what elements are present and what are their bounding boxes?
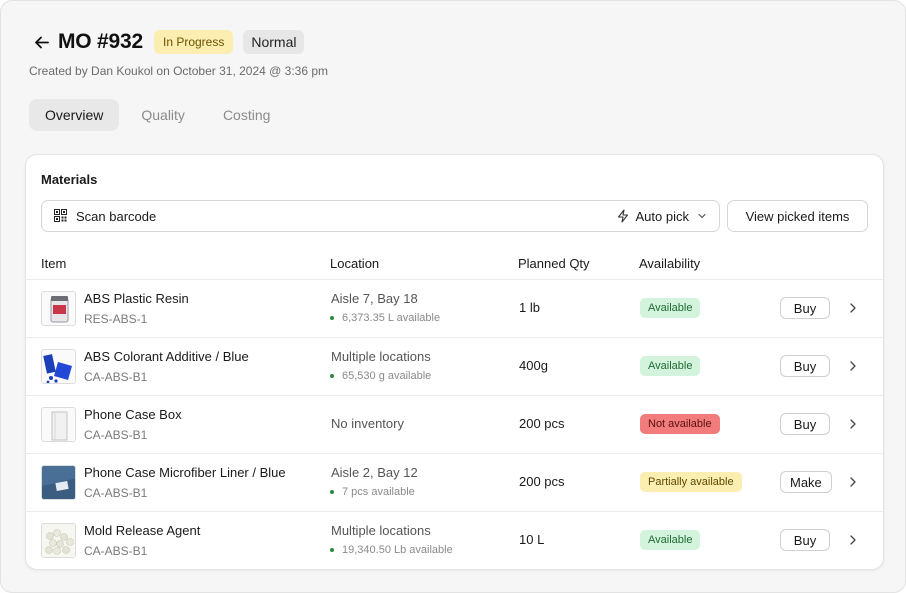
planned-qty: 200 pcs	[519, 416, 565, 431]
table-row[interactable]: Phone Case Microfiber Liner / Blue CA-AB…	[26, 454, 883, 512]
chevron-right-icon[interactable]	[846, 359, 860, 373]
col-planned-qty: Planned Qty	[518, 256, 590, 271]
created-info: Created by Dan Koukol on October 31, 202…	[29, 64, 329, 78]
planned-qty: 10 L	[519, 532, 545, 547]
item-location: Multiple locations	[331, 349, 431, 364]
planned-qty: 400g	[519, 358, 548, 373]
status-badge: In Progress	[153, 30, 234, 54]
item-sku: CA-ABS-B1	[84, 370, 148, 384]
item-location: Multiple locations	[331, 523, 431, 538]
buy-button[interactable]: Buy	[780, 355, 830, 377]
col-item: Item	[41, 256, 67, 271]
scan-barcode-input[interactable]: Scan barcode Auto pick	[41, 200, 720, 232]
item-name: ABS Colorant Additive / Blue	[84, 349, 249, 364]
table-row[interactable]: ABS Plastic Resin RES-ABS-1 Aisle 7, Bay…	[26, 280, 883, 338]
qr-code-icon	[54, 209, 68, 223]
tab-quality[interactable]: Quality	[125, 99, 201, 131]
availability-badge: Partially available	[640, 472, 742, 492]
make-button[interactable]: Make	[780, 471, 832, 493]
item-image	[41, 523, 76, 558]
table-row[interactable]: Phone Case Box CA-ABS-B1 No inventory 20…	[26, 396, 883, 454]
item-name: ABS Plastic Resin	[84, 291, 189, 306]
back-arrow-icon[interactable]	[30, 31, 52, 53]
planned-qty: 1 lb	[519, 300, 540, 315]
available-quantity: 65,530 g available	[330, 370, 431, 382]
materials-card: Materials Scan barcode Auto pick View pi…	[25, 154, 884, 570]
chevron-right-icon[interactable]	[846, 301, 860, 315]
tab-overview[interactable]: Overview	[29, 99, 120, 131]
col-availability: Availability	[639, 256, 701, 271]
page-title: MO #932	[58, 30, 143, 53]
tab-costing[interactable]: Costing	[207, 99, 286, 131]
chevron-down-icon	[697, 211, 707, 221]
tab-bar: Overview Quality Costing	[29, 99, 292, 131]
item-image	[41, 291, 76, 326]
chevron-right-icon[interactable]	[846, 417, 860, 431]
item-image	[41, 349, 76, 384]
availability-badge: Available	[640, 530, 701, 550]
availability-badge: Available	[640, 298, 701, 318]
availability-badge: Not available	[640, 414, 720, 434]
item-name: Phone Case Box	[84, 407, 182, 422]
table-header: Item Location Planned Qty Availability	[26, 250, 883, 280]
page-header: MO #932 In Progress Normal	[30, 28, 305, 56]
auto-pick-label: Auto pick	[635, 208, 689, 224]
item-image	[41, 465, 76, 500]
app-frame: MO #932 In Progress Normal Created by Da…	[0, 0, 906, 593]
available-quantity: 7 pcs available	[330, 486, 415, 498]
item-location: Aisle 7, Bay 18	[331, 291, 418, 306]
scan-barcode-label: Scan barcode	[76, 208, 157, 224]
available-dot	[330, 490, 334, 494]
item-sku: CA-ABS-B1	[84, 486, 148, 500]
item-name: Phone Case Microfiber Liner / Blue	[84, 465, 286, 480]
item-location: Aisle 2, Bay 12	[331, 465, 418, 480]
chevron-right-icon[interactable]	[846, 533, 860, 547]
available-dot	[330, 316, 334, 320]
available-quantity: 19,340.50 Lb available	[330, 544, 453, 556]
buy-button[interactable]: Buy	[780, 297, 830, 319]
item-name: Mold Release Agent	[84, 523, 201, 538]
table-row[interactable]: ABS Colorant Additive / Blue CA-ABS-B1 M…	[26, 338, 883, 396]
buy-button[interactable]: Buy	[780, 529, 830, 551]
item-image	[41, 407, 76, 442]
availability-badge: Available	[640, 356, 701, 376]
auto-pick-dropdown[interactable]: Auto pick	[617, 209, 707, 224]
table-row[interactable]: Mold Release Agent CA-ABS-B1 Multiple lo…	[26, 512, 883, 569]
priority-badge: Normal	[243, 30, 305, 54]
available-dot	[330, 548, 334, 552]
materials-title: Materials	[41, 172, 98, 187]
available-dot	[330, 374, 334, 378]
chevron-right-icon[interactable]	[846, 475, 860, 489]
available-quantity: 6,373.35 L available	[330, 312, 440, 324]
buy-button[interactable]: Buy	[780, 413, 830, 435]
item-sku: CA-ABS-B1	[84, 544, 148, 558]
col-location: Location	[330, 256, 380, 271]
view-picked-items-button[interactable]: View picked items	[727, 200, 868, 232]
planned-qty: 200 pcs	[519, 474, 565, 489]
bolt-icon	[617, 209, 629, 223]
item-location: No inventory	[331, 416, 404, 431]
item-sku: RES-ABS-1	[84, 312, 148, 326]
item-sku: CA-ABS-B1	[84, 428, 148, 442]
